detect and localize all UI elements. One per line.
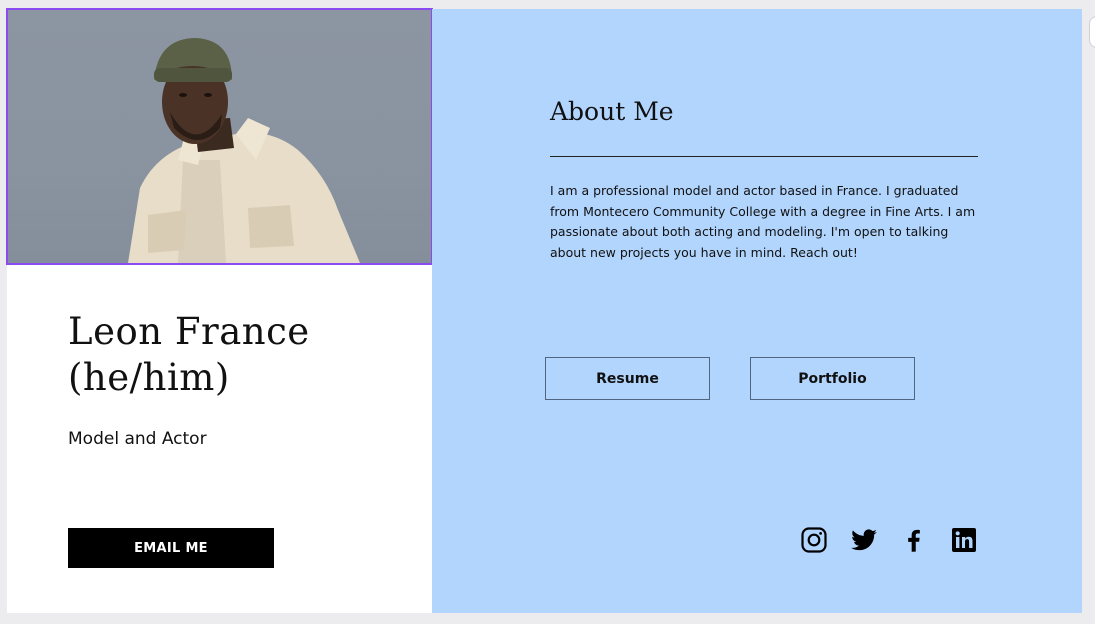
profile-photo[interactable]	[6, 8, 433, 265]
about-divider	[550, 156, 978, 157]
portrait-image	[128, 38, 360, 263]
left-panel: Leon France (he/him) Model and Actor EMA…	[6, 8, 433, 613]
instagram-icon[interactable]	[800, 526, 828, 554]
name-line-2: (he/him)	[68, 356, 230, 399]
about-panel: About Me I am a professional model and a…	[432, 9, 1082, 613]
twitter-icon[interactable]	[850, 526, 878, 554]
profile-name: Leon France (he/him)	[68, 309, 310, 401]
linkedin-icon[interactable]	[950, 526, 978, 554]
profile-role: Model and Actor	[68, 429, 207, 449]
about-bio: I am a professional model and actor base…	[550, 183, 976, 260]
scroll-handle[interactable]	[1089, 16, 1095, 48]
page-canvas: Leon France (he/him) Model and Actor EMA…	[6, 8, 1082, 613]
portfolio-button[interactable]: Portfolio	[750, 357, 915, 400]
resume-button[interactable]: Resume	[545, 357, 710, 400]
social-links	[800, 526, 978, 554]
email-me-button[interactable]: EMAIL ME	[68, 528, 274, 568]
about-title: About Me	[550, 97, 674, 126]
facebook-icon[interactable]	[900, 526, 928, 554]
name-line-1: Leon France	[68, 310, 310, 353]
